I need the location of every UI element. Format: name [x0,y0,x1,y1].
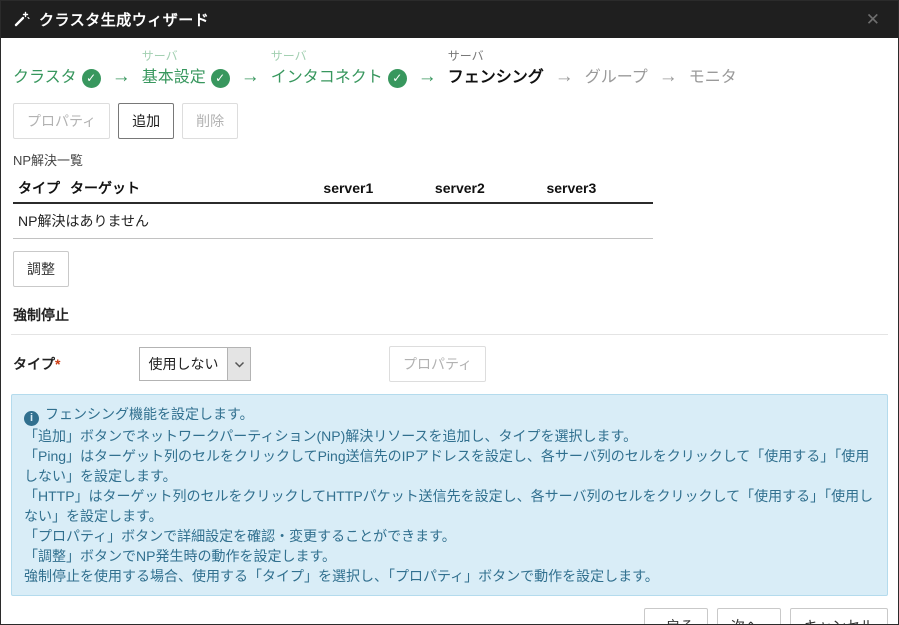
step-monitor[interactable]: モニタ [689,48,737,91]
select-value: 使用しない [140,348,227,380]
next-button[interactable]: 次へ▸ [717,608,781,625]
next-triangle-icon: ▸ [762,622,767,625]
info-icon: i [24,411,39,426]
footer-button-bar: ◂戻る 次へ▸ キャンセル [11,596,888,625]
forced-stop-type-row: タイプ* 使用しない プロパティ [1,335,898,382]
np-toolbar: プロパティ 追加 削除 [1,91,898,139]
step-basic-settings[interactable]: サーバ 基本設定 ✓ [142,48,230,91]
magic-wand-icon [13,11,30,28]
forced-stop-property-button[interactable]: プロパティ [389,346,486,382]
check-icon: ✓ [211,69,230,88]
tune-button[interactable]: 調整 [13,251,69,287]
info-line: 「HTTP」はターゲット列のセルをクリックしてHTTPパケット送信先を設定し、各… [24,486,875,526]
info-line: iフェンシング機能を設定します。 [24,404,875,426]
step-fencing[interactable]: サーバ フェンシング [448,48,544,91]
info-line: 「Ping」はターゲット列のセルをクリックしてPing送信先のIPアドレスを設定… [24,446,875,486]
cancel-button[interactable]: キャンセル [790,608,888,625]
property-button[interactable]: プロパティ [13,103,110,139]
np-table-caption: NP解決一覧 [1,139,898,174]
arrow-right-icon: → [544,65,585,91]
check-icon: ✓ [388,69,407,88]
type-label: タイプ* [13,354,139,374]
step-label: インタコネクト [271,65,383,91]
forced-stop-section-title: 強制停止 [11,305,888,335]
table-row: NP解決はありません [13,203,653,239]
step-cluster[interactable]: クラスタ ✓ [13,48,101,91]
step-sublabel [13,48,101,65]
column-header-target: ターゲット [65,174,318,203]
tune-row: 調整 [1,239,898,287]
required-mark: * [55,356,60,372]
info-line: 「プロパティ」ボタンで詳細設定を確認・変更することができます。 [24,526,875,546]
np-resolution-table: タイプ ターゲット server1 server2 server3 NP解決はあ… [13,174,653,239]
arrow-right-icon: → [407,65,448,91]
arrow-right-icon: → [230,65,271,91]
check-icon: ✓ [82,69,101,88]
column-header-server1: server1 [318,174,430,203]
step-label: フェンシング [448,65,544,91]
step-sublabel: サーバ [142,48,230,65]
column-header-type: タイプ [13,174,65,203]
step-label: 基本設定 [142,65,206,91]
delete-button[interactable]: 削除 [182,103,238,139]
step-sublabel [689,48,737,65]
forced-stop-type-select[interactable]: 使用しない [139,347,251,381]
table-header-row: タイプ ターゲット server1 server2 server3 [13,174,653,203]
column-header-server3: server3 [541,174,653,203]
info-line: 強制停止を使用する場合、使用する「タイプ」を選択し、「プロパティ」ボタンで動作を… [24,566,875,586]
close-icon[interactable]: ✕ [862,9,884,30]
title-bar: クラスタ生成ウィザード ✕ [1,1,898,38]
step-label: グループ [585,65,648,91]
step-label: クラスタ [13,65,77,91]
cluster-wizard-dialog: クラスタ生成ウィザード ✕ クラスタ ✓ → サーバ 基本設定 ✓ → サーバ … [0,0,899,625]
chevron-down-icon [227,348,250,380]
arrow-right-icon: → [648,65,689,91]
add-button[interactable]: 追加 [118,103,174,139]
empty-table-message: NP解決はありません [13,203,653,239]
info-box: iフェンシング機能を設定します。 「追加」ボタンでネットワークパーティション(N… [11,394,888,596]
info-line: 「追加」ボタンでネットワークパーティション(NP)解決リソースを追加し、タイプを… [24,426,875,446]
back-button[interactable]: ◂戻る [644,608,708,625]
step-sublabel: サーバ [271,48,407,65]
column-header-server2: server2 [430,174,542,203]
step-label: モニタ [689,65,737,91]
step-sublabel [585,48,648,65]
back-triangle-icon: ◂ [658,622,663,625]
step-interconnect[interactable]: サーバ インタコネクト ✓ [271,48,407,91]
step-group[interactable]: グループ [585,48,648,91]
wizard-steps: クラスタ ✓ → サーバ 基本設定 ✓ → サーバ インタコネクト ✓ → サー… [1,38,898,91]
info-line: 「調整」ボタンでNP発生時の動作を設定します。 [24,546,875,566]
window-title: クラスタ生成ウィザード [39,9,209,30]
arrow-right-icon: → [101,65,142,91]
step-sublabel: サーバ [448,48,544,65]
